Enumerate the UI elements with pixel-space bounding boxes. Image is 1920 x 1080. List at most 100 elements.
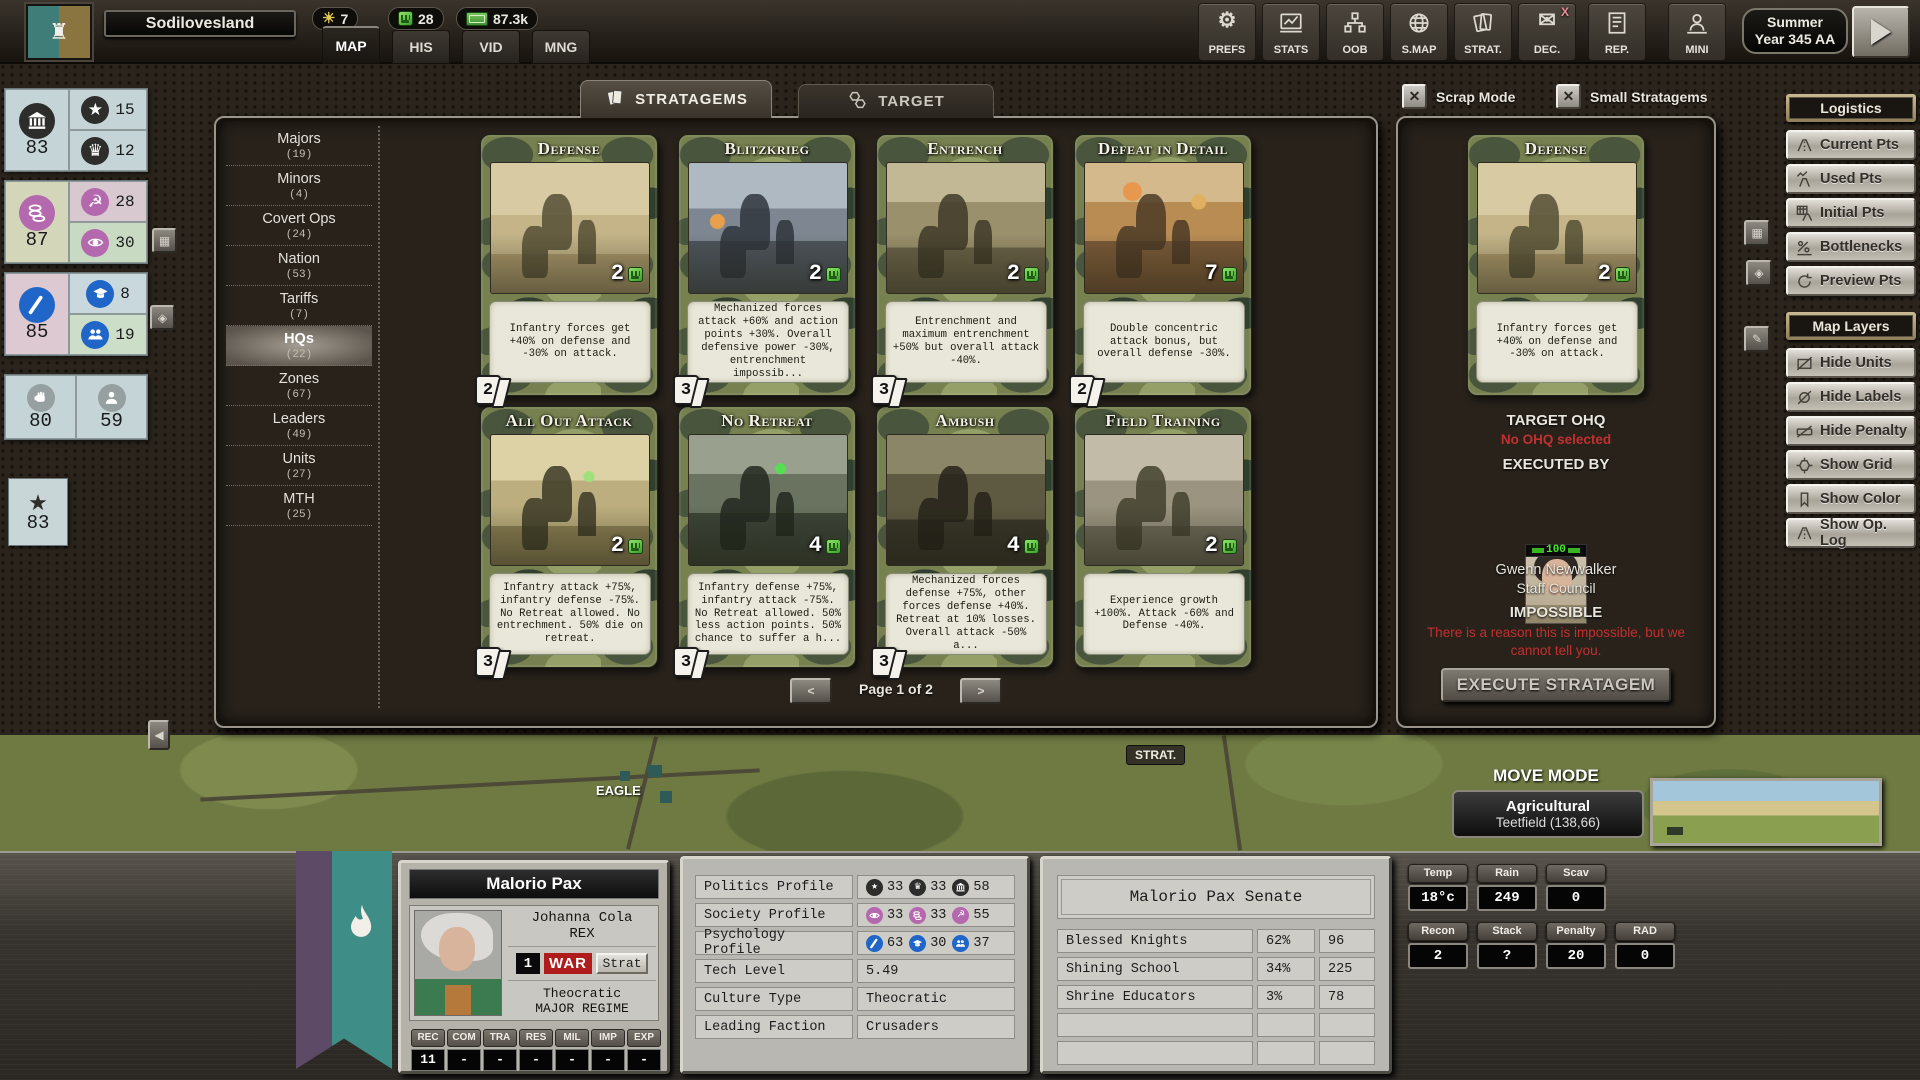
stats-button[interactable]: STATS (1262, 3, 1320, 61)
stat-label: RES (519, 1029, 553, 1047)
stat-mil[interactable]: MIL- (555, 1029, 589, 1071)
stratagem-card-entrench[interactable]: Entrench 2 Entrenchment and maximum entr… (876, 134, 1054, 396)
credits-value: 87.3k (493, 11, 528, 27)
stratagem-card-no-retreat[interactable]: No Retreat 4 Infantry defense +75%, infa… (678, 406, 856, 668)
page-next-button[interactable]: > (960, 678, 1002, 704)
regime-flag-logo[interactable]: ♜ (26, 4, 92, 60)
stat-exp[interactable]: EXP- (627, 1029, 661, 1071)
map-unit-label[interactable]: STRAT. (1126, 745, 1185, 765)
society-main-cell[interactable]: 87 ▶ ◀ (5, 181, 69, 263)
hide-penalty-button[interactable]: Hide Penalty (1786, 416, 1916, 446)
initial-pts-button[interactable]: Initial Pts (1786, 198, 1916, 228)
dec-label: DEC. (1534, 44, 1560, 56)
used-pts-button[interactable]: Used Pts (1786, 164, 1916, 194)
strat-button[interactable]: STRAT. (1454, 3, 1512, 61)
stat-group-power[interactable]: 80 59 (4, 374, 148, 440)
psychology-sub-bottom[interactable]: 19 (69, 314, 147, 355)
category-hqs[interactable]: HQs(22) (226, 326, 372, 366)
selected-stratagem-card[interactable]: Defense 2 Infantry forces get +40% on de… (1467, 134, 1645, 396)
tab-map[interactable]: MAP (322, 26, 380, 64)
resource-credits: 87.3k (456, 7, 538, 30)
tab-stratagems[interactable]: STRATAGEMS (580, 80, 772, 118)
fist-cell[interactable]: 80 (5, 375, 76, 439)
stratagem-card-defeat-in-detail[interactable]: Defeat in Detail 7 Double concentric att… (1074, 134, 1252, 396)
stat-label: EXP (627, 1029, 661, 1047)
category-mth[interactable]: MTH(25) (226, 486, 372, 526)
show-grid-button[interactable]: Show Grid (1786, 450, 1916, 480)
psychology-sub-top[interactable]: 8 (69, 273, 147, 314)
report-icon (1589, 10, 1645, 36)
politics-sub-top[interactable]: ★ 15 (69, 89, 147, 130)
category-zones[interactable]: Zones(67) (226, 366, 372, 406)
tab-his[interactable]: HIS (392, 30, 450, 64)
dec-button[interactable]: ✉ X DEC. (1518, 3, 1576, 61)
fist-icon (398, 11, 413, 26)
politics-main-cell[interactable]: 83 ▶ ◀ (5, 89, 69, 171)
oob-button[interactable]: OOB (1326, 3, 1384, 61)
hide-labels-button[interactable]: Hide Labels (1786, 382, 1916, 412)
page-prev-button[interactable]: < (790, 678, 832, 704)
panel-side-button[interactable]: ✎ (1744, 326, 1770, 352)
show-color-button[interactable]: Show Color (1786, 484, 1916, 514)
stratagem-card-ambush[interactable]: Ambush 4 Mechanized forces defense +75%,… (876, 406, 1054, 668)
rep-button[interactable]: REP. (1588, 3, 1646, 61)
tab-target[interactable]: TARGET (798, 84, 994, 118)
show-op-log-button[interactable]: Show Op. Log (1786, 518, 1916, 548)
mini-button[interactable]: MINI (1668, 3, 1726, 61)
stratagem-card-defense[interactable]: Defense 2 Infantry forces get +40% on de… (480, 134, 658, 396)
stat-value: - (591, 1049, 625, 1071)
profile-row-culture: Culture Type Theocratic (695, 987, 1015, 1011)
society-sub-bottom[interactable]: 30 (69, 222, 147, 263)
sidebar-tool-button[interactable]: ◈ (150, 305, 175, 330)
stratagem-card-blitzkrieg[interactable]: Blitzkrieg 2 Mechanized forces attack +6… (678, 134, 856, 396)
category-units[interactable]: Units(27) (226, 446, 372, 486)
panel-side-button[interactable]: ▦ (1744, 220, 1770, 246)
category-covert-ops[interactable]: Covert Ops(24) (226, 206, 372, 246)
map-scroll-left-button[interactable]: ◀ (148, 720, 170, 750)
preview-pts-button[interactable]: Preview Pts (1786, 266, 1916, 296)
stat-box-fame[interactable]: ★ 83 (8, 478, 68, 546)
stratagem-card-field-training[interactable]: Field Training 2 Experience growth +100%… (1074, 406, 1252, 668)
sidebar-tool-button[interactable]: ▦ (152, 228, 177, 253)
hammer-sickle-icon: ☭ (81, 188, 109, 216)
ruler-portrait[interactable] (414, 910, 502, 1016)
tab-mng[interactable]: MNG (532, 30, 590, 64)
category-nation[interactable]: Nation(53) (226, 246, 372, 286)
execute-stratagem-button[interactable]: EXECUTE STRATAGEM (1441, 668, 1671, 702)
stat-group-psychology[interactable]: 85 ▶ ◀ 8 19 (4, 272, 148, 356)
stratagem-card-all-out-attack[interactable]: All Out Attack 2 Infantry attack +75%, i… (480, 406, 658, 668)
tab-vid[interactable]: VID (462, 30, 520, 64)
panel-side-button[interactable]: ◈ (1746, 260, 1772, 286)
hide-units-button[interactable]: Hide Units (1786, 348, 1916, 378)
card-title: Entrench (877, 139, 1053, 159)
politics-sub-bottom[interactable]: ♛ 12 (69, 130, 147, 171)
current-pts-button[interactable]: Current Pts (1786, 130, 1916, 160)
psychology-main-cell[interactable]: 85 ▶ ◀ (5, 273, 69, 355)
strat-button[interactable]: Strat (596, 953, 648, 974)
category-minors[interactable]: Minors(4) (226, 166, 372, 206)
card-cost: 2 (1598, 263, 1611, 285)
category-leaders[interactable]: Leaders(49) (226, 406, 372, 446)
stat-group-society[interactable]: 87 ▶ ◀ ☭ 28 30 (4, 180, 148, 264)
stat-group-politics[interactable]: 83 ▶ ◀ ★ 15 ♛ 12 (4, 88, 148, 172)
portrait-face (439, 927, 475, 971)
end-turn-button[interactable] (1852, 6, 1910, 58)
stat-rec[interactable]: REC11 (411, 1029, 445, 1071)
small-stratagems-checkbox[interactable]: ✕ (1556, 84, 1581, 109)
society-sub-top[interactable]: ☭ 28 (69, 181, 147, 222)
stat-value: 8 (120, 286, 130, 302)
category-tariffs[interactable]: Tariffs(7) (226, 286, 372, 326)
scrap-mode-checkbox[interactable]: ✕ (1402, 84, 1427, 109)
map-road (1222, 735, 1242, 850)
smap-button[interactable]: S.MAP (1390, 3, 1448, 61)
stat-imp[interactable]: IMP- (591, 1029, 625, 1071)
prefs-button[interactable]: ⚙ PREFS (1198, 3, 1256, 61)
category-majors[interactable]: Majors(19) (226, 126, 372, 166)
bottlenecks-button[interactable]: Bottlenecks (1786, 232, 1916, 262)
minimap[interactable] (1650, 778, 1882, 846)
person-cell[interactable]: 59 (76, 375, 147, 439)
row-value: 5.49 (857, 959, 1015, 983)
stat-res[interactable]: RES- (519, 1029, 553, 1071)
stat-com[interactable]: COM- (447, 1029, 481, 1071)
stat-tra[interactable]: TRA- (483, 1029, 517, 1071)
